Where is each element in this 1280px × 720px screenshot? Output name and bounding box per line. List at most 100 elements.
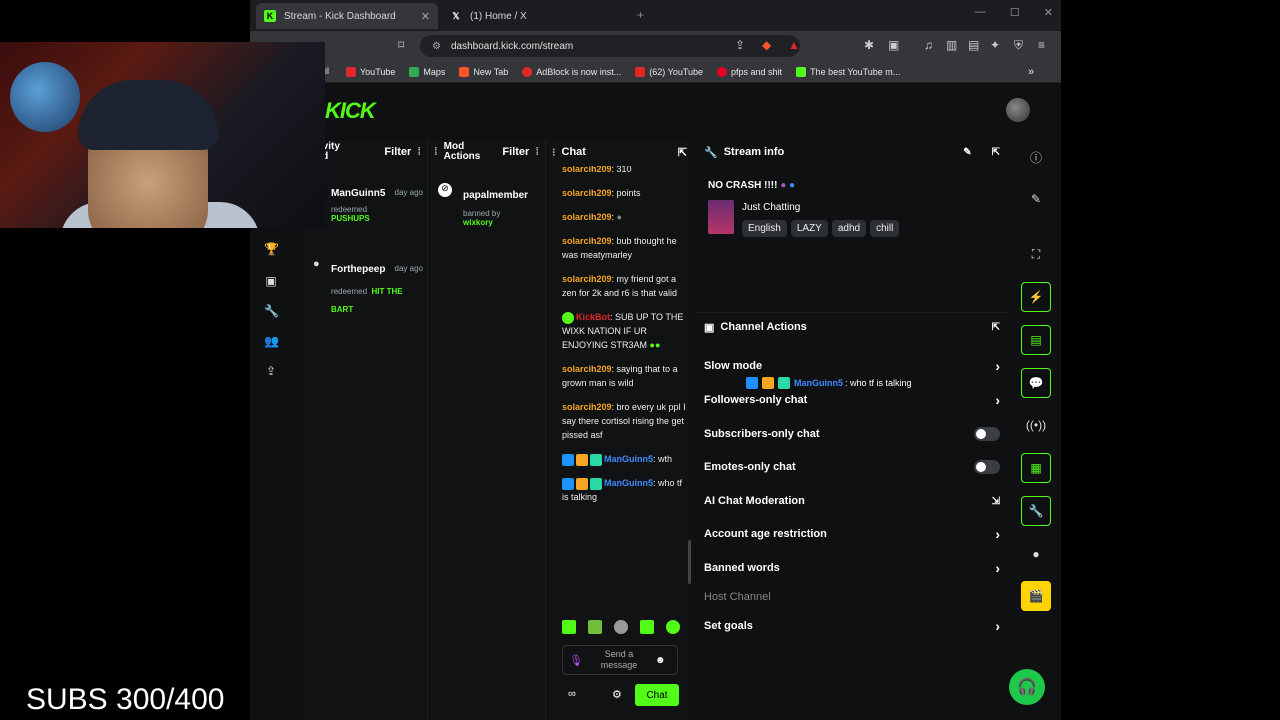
close-window-icon[interactable]: ✕: [1044, 6, 1053, 19]
chat-username[interactable]: solarcih209: [562, 364, 612, 374]
brave-rewards-icon[interactable]: ▲: [788, 38, 800, 52]
video-icon[interactable]: ▣: [264, 274, 278, 288]
bubbles-icon[interactable]: ●: [1021, 539, 1051, 569]
chat-username[interactable]: ManGuinn5: [604, 478, 653, 488]
tab-kick-dashboard[interactable]: K Stream - Kick Dashboard ✕: [256, 3, 438, 29]
set-goals-row[interactable]: Set goals ›: [704, 616, 1000, 636]
tools-icon[interactable]: 🔧: [1021, 496, 1051, 526]
share-icon[interactable]: ⇪: [735, 38, 745, 52]
maximize-icon[interactable]: ☐: [1010, 6, 1020, 19]
clapper-icon[interactable]: 🎬: [1021, 581, 1051, 611]
popout-icon[interactable]: ⇱: [992, 147, 1000, 158]
trophy-icon[interactable]: 🏆: [264, 242, 279, 256]
tab-x-home[interactable]: 𝕏 (1) Home / X: [442, 3, 632, 29]
activity-filter-button[interactable]: Filter: [384, 146, 411, 158]
chat-username[interactable]: solarcih209: [562, 212, 612, 222]
chat-bubble-icon[interactable]: 💬: [1021, 368, 1051, 398]
bookmark-new-tab[interactable]: New Tab: [459, 66, 508, 77]
emote-5-icon[interactable]: [666, 620, 680, 634]
edit-icon[interactable]: ✎: [963, 147, 971, 158]
wallet-icon[interactable]: ▤: [968, 38, 979, 52]
chat-icon: ⁝: [552, 146, 556, 159]
emoji-icon[interactable]: ☻: [655, 655, 666, 666]
bookmark-youtube-62[interactable]: (62) YouTube: [635, 66, 703, 77]
chat-username[interactable]: solarcih209: [562, 166, 612, 174]
layout-icon[interactable]: ▦: [1021, 453, 1051, 483]
chat-username[interactable]: solarcih209: [562, 274, 612, 284]
support-chat-icon[interactable]: 🎧: [1009, 669, 1045, 705]
mod-filter-button[interactable]: Filter: [502, 146, 529, 158]
infinity-icon[interactable]: ∞: [568, 688, 576, 700]
emote-4-icon[interactable]: [640, 620, 654, 634]
feed-username[interactable]: Forthepeep: [331, 264, 385, 275]
kick-logo[interactable]: KICK: [325, 98, 376, 124]
chat-message: solarcih209: my friend got a zen for 2k …: [546, 272, 692, 300]
chat-input[interactable]: 🎙 Send a message ☻: [562, 645, 678, 675]
site-settings-icon[interactable]: ⚙: [432, 41, 441, 52]
chat-scrollbar[interactable]: [688, 540, 691, 584]
feed-username[interactable]: ManGuinn5: [331, 188, 385, 199]
minimize-icon[interactable]: —: [975, 6, 986, 19]
tag[interactable]: LAZY: [790, 220, 828, 237]
tag[interactable]: adhd: [831, 220, 867, 237]
account-age-row[interactable]: Account age restriction ›: [704, 524, 1000, 544]
wrench-icon[interactable]: 🔧: [264, 304, 279, 318]
send-chat-button[interactable]: Chat: [635, 684, 679, 706]
bookmark-pfps[interactable]: pfps and shit: [717, 66, 782, 77]
drag-handle-icon[interactable]: ⁞: [434, 146, 438, 158]
bookmark-best-youtube[interactable]: The best YouTube m...: [796, 66, 900, 77]
vpn-icon[interactable]: ⛨: [1014, 38, 1023, 53]
emote-3-icon[interactable]: [614, 620, 628, 634]
settings-gear-icon[interactable]: ⚙: [612, 688, 622, 701]
ai-icon[interactable]: ✦: [990, 38, 1000, 52]
banned-username[interactable]: papalmember: [463, 190, 528, 201]
media-icon[interactable]: ♫: [924, 38, 933, 52]
popout-icon[interactable]: ⇱: [992, 322, 1000, 333]
sidebar-icon[interactable]: ▥: [946, 38, 957, 52]
lightning-icon[interactable]: ⚡: [1021, 282, 1051, 312]
slow-mode-row[interactable]: Slow mode ›: [704, 356, 1000, 376]
panel-icon: ▣: [704, 321, 715, 334]
pencil-icon[interactable]: ✎: [1021, 184, 1051, 214]
ai-moderation-row[interactable]: AI Chat Moderation ⇲: [704, 491, 1000, 511]
extensions-icon[interactable]: ✱: [864, 38, 874, 52]
tag[interactable]: English: [742, 220, 787, 237]
screenshot-icon[interactable]: ▣: [888, 38, 899, 52]
drag-handle-icon[interactable]: ⁞: [535, 146, 539, 158]
subscribers-only-toggle[interactable]: [974, 427, 1000, 441]
emote-2-icon[interactable]: [588, 620, 602, 634]
menu-icon[interactable]: ≡: [1038, 38, 1045, 52]
stream-category[interactable]: Just Chatting: [742, 202, 800, 213]
bookmark-adblock[interactable]: AdBlock is now inst...: [522, 66, 621, 77]
chat-username[interactable]: KickBot: [576, 312, 610, 322]
bookmark-maps[interactable]: Maps: [409, 66, 445, 77]
chat-username[interactable]: ManGuinn5: [604, 454, 653, 464]
mic-icon[interactable]: 🎙: [569, 654, 583, 667]
fullscreen-icon[interactable]: ⛶: [1021, 239, 1051, 269]
upload-icon[interactable]: ⇪: [264, 364, 278, 378]
close-tab-icon[interactable]: ✕: [421, 10, 430, 23]
info-icon[interactable]: ⓘ: [1021, 142, 1051, 172]
more-bookmarks-icon[interactable]: »: [1028, 66, 1034, 78]
emote-1-icon[interactable]: [562, 620, 576, 634]
broadcast-icon[interactable]: ((•)): [1021, 410, 1051, 440]
moderator-name[interactable]: wixkory: [463, 218, 528, 227]
notes-icon[interactable]: ▤: [1021, 325, 1051, 355]
users-icon[interactable]: 👥: [264, 334, 279, 348]
category-thumbnail[interactable]: [708, 200, 734, 234]
user-avatar[interactable]: [1006, 98, 1030, 122]
banned-words-row[interactable]: Banned words ›: [704, 558, 1000, 578]
chat-username[interactable]: solarcih209: [562, 236, 612, 246]
brave-shield-icon[interactable]: ◆: [762, 38, 771, 52]
chat-username[interactable]: solarcih209: [562, 188, 612, 198]
row-label: Set goals: [704, 620, 753, 632]
drag-handle-icon[interactable]: ⁞: [417, 146, 421, 158]
followers-only-row[interactable]: Followers-only chat ›: [704, 390, 1000, 410]
bookmark-youtube[interactable]: YouTube: [346, 66, 395, 77]
emotes-only-toggle[interactable]: [974, 460, 1000, 474]
chat-username[interactable]: solarcih209: [562, 402, 612, 412]
new-tab-icon[interactable]: +: [637, 8, 644, 22]
popout-icon[interactable]: ⇱: [678, 146, 687, 159]
tag[interactable]: chill: [870, 220, 900, 237]
bookmark-icon[interactable]: ⌑: [398, 38, 404, 52]
